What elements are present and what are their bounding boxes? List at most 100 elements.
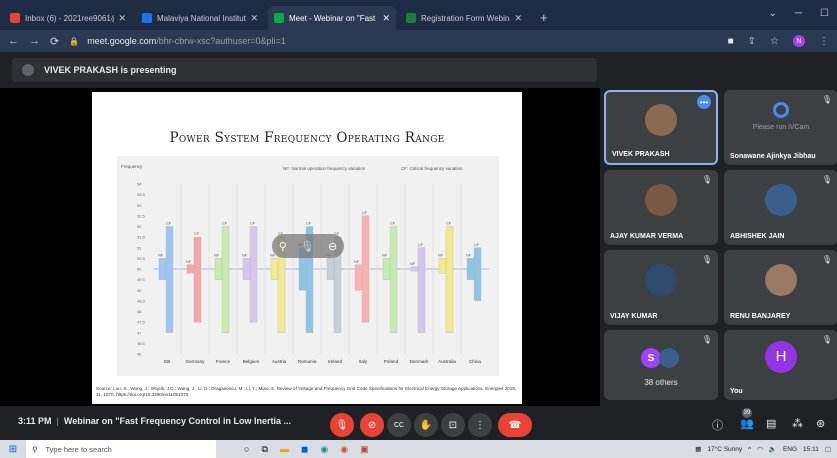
tab-favicon-icon [10,13,20,23]
language-indicator[interactable]: ENG [783,446,797,453]
nf-bar [438,258,447,274]
nf-label: NF [214,253,220,257]
weather-text[interactable]: 17°C Sunny [707,446,742,453]
participant-tile[interactable]: S 38 others 🎙 [604,330,718,400]
cf-bar [249,226,258,323]
leave-call-button[interactable]: ☎ [498,413,532,437]
file-explorer-icon[interactable]: ▬ [280,444,289,455]
participant-tile[interactable]: VIJAY KUMAR 🎙 [604,250,718,325]
nf-bar [326,258,335,280]
participant-name: AJAY KUMAR VERMA [610,233,684,240]
weather-icon: ▦ [695,446,702,453]
cf-bar [361,215,370,323]
others-avatar: S [641,348,661,368]
chat-icon[interactable]: ▤ [766,417,776,430]
mic-muted-icon: 🎙 [701,175,712,184]
chevron-down-icon[interactable]: ⌄ [769,8,777,19]
ivcam-message: Please run iVCam [752,124,810,131]
more-icon[interactable]: ⊖ [328,240,337,253]
notification-icon[interactable]: ▢ [825,445,831,453]
browser-tab[interactable]: Inbox (6) - 2021ree9061@mnit.a ✕ [4,6,132,30]
captions-icon: CC [393,421,405,429]
clock[interactable]: 15:11 [803,446,819,453]
pin-icon[interactable]: ⚲ [279,240,287,253]
cortana-icon[interactable]: ○ [244,444,249,455]
nf-label: NF [354,260,360,264]
present-button[interactable]: ⊡ [441,413,465,437]
close-icon[interactable]: ✕ [118,13,126,24]
cf-bar [165,226,174,333]
mic-off-button[interactable]: 🎙 [330,413,354,437]
close-icon[interactable]: ✕ [250,13,258,24]
cf-bar [389,226,398,333]
nf-bar [270,258,279,280]
volume-icon[interactable]: 🔈 [769,445,777,453]
wifi-icon[interactable]: ◠ [757,445,763,453]
task-view-icon[interactable]: ⧉ [261,444,267,455]
cf-label: CF [166,222,172,226]
participant-tile[interactable]: RENU BANJAREY 🎙 [724,250,837,325]
more-vert-icon: ⋮ [475,419,485,431]
new-tab-button[interactable]: + [532,10,556,30]
profile-avatar[interactable]: N [793,35,805,47]
browser-tab[interactable]: Registration Form Webinar MNIT ✕ [400,6,528,30]
x-tick-label: Denmark [410,359,429,364]
participant-tile[interactable]: AJAY KUMAR VERMA 🎙 [604,170,718,245]
app-icon[interactable]: ▣ [360,444,369,455]
participant-tile[interactable]: ABHISHEK JAIN 🎙 [724,170,837,245]
browser-tab[interactable]: Malaviya National Institute of Te ✕ [136,6,264,30]
slide-source: Source: Luo, X.; Wang, J.; Wojcik, J.D.;… [96,386,517,397]
presenting-banner: VIVEK PRAKASH is presenting [12,58,597,82]
y-tick-label: 53.5 [137,192,146,197]
star-icon[interactable]: ☆ [770,36,779,47]
meeting-info: 3:11 PM | Webinar on "Fast Frequency Contr… [18,416,291,426]
reload-icon[interactable]: ⟳ [50,35,59,48]
taskbar-search[interactable]: ⚲ Type here to search [26,440,216,458]
search-icon: ⚲ [32,444,38,454]
x-tick-label: Romania [298,359,317,364]
maximize-icon[interactable]: ☐ [820,8,829,19]
back-icon[interactable]: ← [8,35,19,47]
url-field[interactable]: meet.google.com/bhr-cbrw-xsc?authuser=0&… [87,36,286,46]
captions-button[interactable]: CC [387,413,411,437]
chrome-icon[interactable]: ◉ [340,444,348,455]
close-icon[interactable]: ✕ [382,13,390,24]
nf-label: NF [382,253,388,257]
people-icon[interactable]: 👥 [740,417,754,430]
close-icon[interactable]: ✕ [514,13,522,24]
y-tick-label: 50 [137,267,142,272]
activities-icon[interactable]: ⁂ [792,417,803,430]
nf-bar [466,258,475,280]
edge-icon[interactable]: ◉ [320,444,328,455]
x-tick-label: China [469,359,481,364]
camera-icon[interactable]: ■ [728,36,734,47]
tile-more-button[interactable]: ••• [697,95,711,109]
cf-label: CF [390,222,396,226]
y-tick-label: 53 [137,203,142,208]
windows-start-icon[interactable]: ⊞ [0,444,26,455]
camera-off-button[interactable]: ⊘ [360,413,384,437]
chart-ylabel: Frequency [121,164,143,169]
legend-entry: CF: Critical frequency variation [401,166,463,171]
cf-label: CF [250,222,256,226]
info-icon[interactable]: ⓘ [712,417,723,433]
security-icon[interactable]: ⊛ [816,417,825,430]
minimize-icon[interactable]: ─ [795,8,802,19]
mute-icon[interactable]: 🎙 [300,240,314,253]
more-options-button[interactable]: ⋮ [468,413,492,437]
y-tick-label: 49.5 [137,277,146,282]
participant-video [645,184,677,216]
windows-taskbar: ⊞ ⚲ Type here to search ○ ⧉ ▬ ◼ ◉ ◉ ▣ ▦ … [0,440,837,458]
forward-icon[interactable]: → [29,35,40,47]
store-icon[interactable]: ◼ [301,444,308,455]
tray-chevron-icon[interactable]: ^ [748,446,751,453]
participant-tile[interactable]: Please run iVCam Sonawane Ajinkya Jibhau 🎙 [724,90,837,165]
participant-tile[interactable]: VIVEK PRAKASH ••• [604,90,718,165]
share-icon[interactable]: ⇪ [748,36,756,47]
raise-hand-button[interactable]: ✋ [414,413,438,437]
menu-icon[interactable]: ⋮ [819,36,829,47]
slide-title: Power System Frequency Operating Range [169,130,445,146]
participant-tile[interactable]: H You 🎙 [724,330,837,400]
browser-tab[interactable]: Meet - Webinar on "Fast Fre ✕ [268,6,396,30]
hand-icon: ✋ [419,419,433,431]
